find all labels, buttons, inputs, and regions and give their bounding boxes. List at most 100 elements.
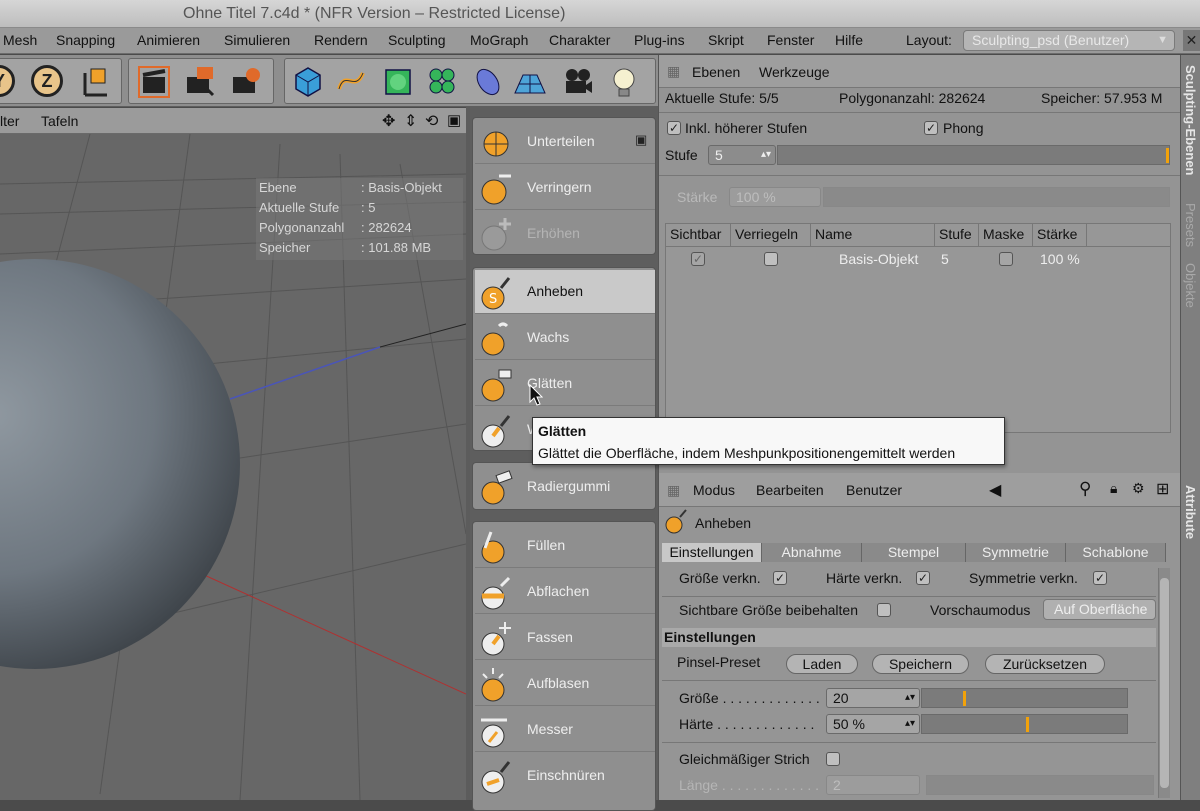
level-slider[interactable]	[777, 145, 1170, 165]
brush-glaetten[interactable]: Glätten	[475, 362, 655, 406]
hardness-link-checkbox[interactable]: ✓	[916, 571, 930, 585]
attr-menu-modus[interactable]: Modus	[693, 482, 735, 498]
brush-radiergummi[interactable]: Radiergummi	[475, 465, 655, 509]
save-button[interactable]: Speichern	[872, 654, 969, 674]
maximize-view-icon[interactable]: ▣	[447, 111, 461, 129]
attributes-scrollbar[interactable]	[1158, 568, 1170, 798]
column-header-lock[interactable]: Verriegeln	[731, 224, 811, 246]
brush-verringern[interactable]: Verringern	[475, 166, 655, 210]
size-slider[interactable]	[921, 688, 1128, 708]
menu-mesh[interactable]: Mesh	[3, 32, 37, 48]
search-icon[interactable]: ⚲	[1079, 479, 1091, 499]
brush-abflachen[interactable]: Abflachen	[475, 570, 655, 614]
render-picture-viewer-icon[interactable]	[183, 65, 217, 99]
cloner-icon[interactable]	[425, 65, 459, 99]
column-header-strength[interactable]: Stärke	[1033, 224, 1087, 246]
menu-mograph[interactable]: MoGraph	[470, 32, 528, 48]
row-mask-checkbox[interactable]	[999, 252, 1013, 266]
coordinate-system-icon[interactable]	[77, 65, 111, 99]
scrollbar-thumb[interactable]	[1160, 578, 1169, 788]
attr-menu-bearbeiten[interactable]: Bearbeiten	[756, 482, 824, 498]
side-tab-objects[interactable]: Objekte	[1183, 263, 1198, 308]
layers-menu-werkzeuge[interactable]: Werkzeuge	[759, 64, 830, 80]
cube-icon[interactable]	[291, 65, 325, 99]
brush-wachs[interactable]: Wachs	[475, 316, 655, 360]
menu-snapping[interactable]: Snapping	[56, 32, 115, 48]
menu-simulieren[interactable]: Simulieren	[224, 32, 290, 48]
brush-aufblasen[interactable]: Aufblasen	[475, 662, 655, 706]
hardness-slider[interactable]	[921, 714, 1128, 734]
slider-thumb[interactable]	[1026, 717, 1029, 732]
render-settings-icon[interactable]	[229, 65, 263, 99]
row-visible-checkbox[interactable]: ✓	[691, 252, 705, 266]
column-header-name[interactable]: Name	[811, 224, 935, 246]
size-field[interactable]: 20 ▴▾	[826, 688, 920, 708]
slider-thumb[interactable]	[963, 691, 966, 706]
lock-icon[interactable]: 🔒︎	[1110, 480, 1117, 497]
tab-stempel[interactable]: Stempel	[862, 543, 966, 562]
light-bulb-icon[interactable]	[607, 65, 641, 99]
length-field[interactable]: 2	[826, 775, 920, 795]
menu-rendern[interactable]: Rendern	[314, 32, 368, 48]
back-arrow-icon[interactable]: ◀	[989, 480, 1001, 500]
drag-grip-icon[interactable]: ▦	[667, 63, 680, 80]
side-tab-sculpting-layers[interactable]: Sculpting-Ebenen	[1183, 65, 1198, 176]
menu-skript[interactable]: Skript	[708, 32, 744, 48]
palette-maximize-icon[interactable]: ▣	[635, 132, 647, 148]
close-icon[interactable]: ✕	[1183, 30, 1200, 51]
deformer-icon[interactable]	[471, 65, 505, 99]
menu-charakter[interactable]: Charakter	[549, 32, 610, 48]
viewport-menu-filter[interactable]: lter	[0, 113, 19, 129]
layers-menu-ebenen[interactable]: Ebenen	[692, 64, 740, 80]
menu-fenster[interactable]: Fenster	[767, 32, 814, 48]
brush-messer[interactable]: Messer	[475, 708, 655, 752]
drag-grip-icon[interactable]: ▦	[667, 482, 680, 499]
move-view-icon[interactable]: ✥	[382, 111, 395, 131]
slider-thumb[interactable]	[1166, 148, 1169, 163]
brush-unterteilen[interactable]: Unterteilen	[475, 120, 655, 164]
row-lock-checkbox[interactable]	[764, 252, 778, 266]
3d-viewport[interactable]: Ebene: Basis-Objekt Aktuelle Stufe: 5 Po…	[0, 134, 466, 800]
column-header-visible[interactable]: Sichtbar	[666, 224, 731, 246]
strength-slider[interactable]	[823, 187, 1170, 207]
side-tab-presets[interactable]: Presets	[1183, 203, 1198, 247]
axis-y-button[interactable]: Y	[0, 65, 15, 97]
camera-icon[interactable]	[561, 65, 595, 99]
viewport-menu-tafeln[interactable]: Tafeln	[41, 113, 78, 129]
axis-z-button[interactable]: Z	[31, 65, 63, 97]
level-field[interactable]: 5 ▴▾	[708, 145, 776, 165]
brush-fassen[interactable]: Fassen	[475, 616, 655, 660]
menu-hilfe[interactable]: Hilfe	[835, 32, 863, 48]
include-higher-levels-checkbox[interactable]: ✓	[667, 121, 681, 135]
tab-abnahme[interactable]: Abnahme	[762, 543, 862, 562]
settings-icon[interactable]: ⚙︎	[1132, 480, 1145, 497]
preview-mode-select[interactable]: Auf Oberfläche	[1043, 599, 1156, 620]
sphere-object[interactable]	[0, 259, 240, 669]
symmetry-link-checkbox[interactable]: ✓	[1093, 571, 1107, 585]
subdivision-surface-icon[interactable]	[381, 65, 415, 99]
layout-select[interactable]: Sculpting_psd (Benutzer) ▼	[963, 30, 1175, 51]
keep-visible-size-checkbox[interactable]	[877, 603, 891, 617]
tab-einstellungen[interactable]: Einstellungen	[662, 543, 762, 562]
phong-checkbox[interactable]: ✓	[924, 121, 938, 135]
hardness-field[interactable]: 50 % ▴▾	[826, 714, 920, 734]
brush-einschnueren[interactable]: Einschnüren	[475, 754, 655, 798]
length-slider[interactable]	[926, 775, 1154, 795]
menu-sculpting[interactable]: Sculpting	[388, 32, 446, 48]
menu-plugins[interactable]: Plug-ins	[634, 32, 685, 48]
load-button[interactable]: Laden	[786, 654, 858, 674]
brush-erhoehen[interactable]: Erhöhen	[475, 212, 655, 256]
strength-field[interactable]: 100 %	[729, 187, 821, 207]
rotate-view-icon[interactable]: ⟲	[425, 111, 438, 131]
side-tab-attributes[interactable]: Attribute	[1183, 485, 1198, 539]
tab-schablone[interactable]: Schablone	[1066, 543, 1166, 562]
size-link-checkbox[interactable]: ✓	[773, 571, 787, 585]
table-row[interactable]: ✓ Basis-Objekt 5 100 %	[666, 249, 1170, 271]
even-stroke-checkbox[interactable]	[826, 752, 840, 766]
zoom-view-icon[interactable]: ⇕	[404, 111, 417, 131]
render-view-icon[interactable]	[137, 65, 171, 99]
column-header-mask[interactable]: Maske	[979, 224, 1033, 246]
brush-fuellen[interactable]: Füllen	[475, 524, 655, 568]
tab-symmetrie[interactable]: Symmetrie	[966, 543, 1066, 562]
menu-animieren[interactable]: Animieren	[137, 32, 200, 48]
